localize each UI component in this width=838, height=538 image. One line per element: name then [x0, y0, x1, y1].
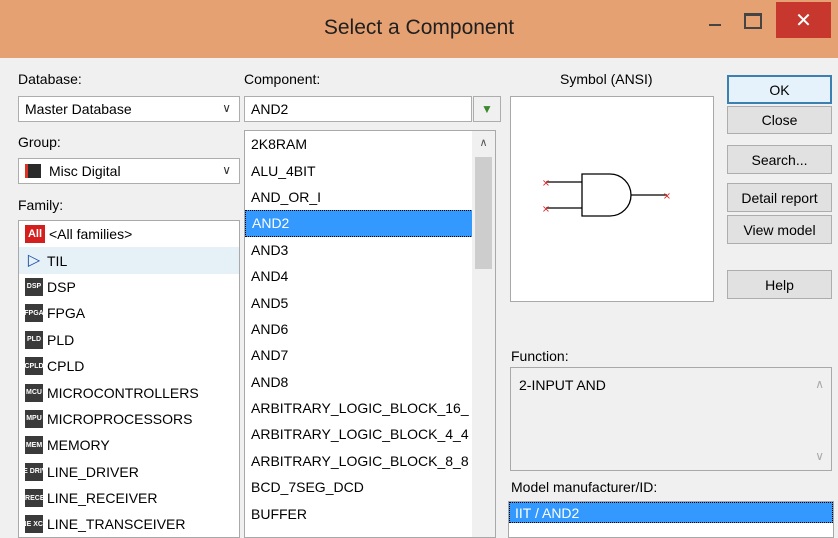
family-icon: MEM: [25, 436, 43, 455]
function-value: 2-INPUT AND: [519, 377, 606, 393]
maximize-icon: [744, 13, 762, 29]
family-item[interactable]: FPGA FPGA: [19, 300, 239, 326]
family-item-label: <All families>: [49, 226, 133, 243]
minimize-button[interactable]: [696, 4, 734, 38]
model-item[interactable]: IIT / AND2: [509, 502, 833, 523]
symbol-label: Symbol (ANSI): [560, 71, 653, 87]
group-label: Group:: [18, 134, 61, 150]
family-item[interactable]: DSP DSP: [19, 274, 239, 300]
component-search-input[interactable]: AND2: [244, 96, 472, 122]
family-icon: MPU: [25, 409, 43, 428]
family-item[interactable]: ▷ TIL: [19, 247, 239, 274]
family-item-label: DSP: [47, 278, 76, 295]
family-item-label: MEMORY: [47, 437, 110, 454]
filter-button[interactable]: ▼: [473, 96, 501, 122]
database-select[interactable]: Master Database ∨: [18, 96, 240, 122]
component-label: Component:: [244, 71, 321, 87]
svg-text:×: ×: [542, 204, 550, 215]
family-item[interactable]: MPU MICROPROCESSORS: [19, 406, 239, 432]
family-item[interactable]: LINE XCVR LINE_TRANSCEIVER: [19, 511, 239, 537]
close-button[interactable]: Close: [727, 106, 832, 134]
chevron-down-icon: ∨: [222, 163, 231, 177]
family-icon: LINE DRIVER: [19, 462, 56, 481]
family-item-label: PLD: [47, 331, 75, 348]
function-label: Function:: [511, 348, 569, 364]
component-scrollbar[interactable]: ∧: [472, 131, 495, 537]
component-item[interactable]: 2K8RAM: [245, 131, 479, 157]
ok-button[interactable]: OK: [727, 75, 832, 104]
family-item[interactable]: All <All families>: [19, 221, 239, 247]
family-item[interactable]: PLD PLD: [19, 327, 239, 353]
family-item-label: LINE_DRIVER: [47, 463, 139, 480]
family-icon: LINE XCVR: [19, 515, 53, 534]
component-item[interactable]: ALU_4BIT: [245, 157, 479, 183]
view-model-button[interactable]: View model: [727, 215, 832, 244]
close-window-button[interactable]: ✕: [776, 2, 831, 38]
group-value: Misc Digital: [49, 163, 121, 179]
help-button[interactable]: Help: [727, 270, 832, 299]
and-gate-symbol: × × ×: [542, 173, 671, 217]
family-item-label: MICROPROCESSORS: [47, 410, 193, 427]
dialog-body: Database: Master Database ∨ Group: Misc …: [8, 58, 838, 538]
family-item-label: CPLD: [47, 358, 85, 375]
component-item[interactable]: ARBITRARY_LOGIC_BLOCK_8_8: [245, 448, 479, 474]
component-item[interactable]: AND4: [245, 263, 479, 289]
minimize-icon: [709, 24, 721, 26]
family-item[interactable]: MCU MICROCONTROLLERS: [19, 379, 239, 405]
component-item[interactable]: BCD_7SEG_DCD: [245, 474, 479, 500]
scroll-up-icon: ∧: [815, 377, 824, 391]
component-item[interactable]: AND8: [245, 369, 479, 395]
family-icon: MCU: [25, 383, 43, 402]
component-item[interactable]: AND7: [245, 342, 479, 368]
misc-digital-icon: [25, 164, 41, 178]
family-item-label: MICROCONTROLLERS: [47, 384, 199, 401]
database-label: Database:: [18, 71, 82, 87]
family-icon: CPLD: [24, 357, 44, 376]
model-list[interactable]: IIT / AND2: [508, 501, 834, 538]
scroll-down-icon: ∨: [815, 449, 824, 463]
family-item-label: LINE_RECEIVER: [47, 490, 158, 507]
component-item[interactable]: BUFFER: [245, 500, 479, 526]
component-item[interactable]: AND5: [245, 289, 479, 315]
database-value: Master Database: [25, 101, 132, 117]
family-icon: DSP: [25, 277, 43, 296]
scrollbar-thumb[interactable]: [475, 157, 492, 269]
family-item[interactable]: MEM MEMORY: [19, 432, 239, 458]
svg-text:×: ×: [542, 178, 550, 189]
family-icon: FPGA: [24, 304, 44, 323]
family-icon: ▷: [27, 251, 41, 269]
family-item[interactable]: LINE DRIVERLINE_DRIVER: [19, 459, 239, 485]
function-text: 2-INPUT AND ∧ ∨: [510, 367, 832, 471]
maximize-button[interactable]: [734, 4, 772, 38]
scroll-up-icon[interactable]: ∧: [472, 131, 495, 153]
component-item[interactable]: AND2: [245, 210, 473, 237]
component-item[interactable]: AND_OR_I: [245, 184, 479, 210]
family-item-label: FPGA: [47, 305, 86, 322]
component-search-value: AND2: [251, 101, 289, 117]
family-icon: LINE RECEIVER: [19, 489, 61, 508]
chevron-down-icon: ∨: [222, 101, 231, 115]
component-item[interactable]: AND3: [245, 237, 479, 263]
filter-icon: ▼: [481, 102, 493, 116]
family-list[interactable]: All <All families> ▷ TIL DSP DSP FPGA FPGA PLD PL…: [18, 220, 240, 538]
component-item[interactable]: AND6: [245, 316, 479, 342]
model-label: Model manufacturer/ID:: [511, 479, 658, 495]
search-button[interactable]: Search...: [727, 145, 832, 174]
group-select[interactable]: Misc Digital ∨: [18, 158, 240, 184]
detail-report-button[interactable]: Detail report: [727, 183, 832, 212]
component-list[interactable]: 2K8RAM ALU_4BIT AND_OR_I AND2 AND3 AND4 AND5 AN…: [244, 130, 496, 538]
svg-text:×: ×: [663, 191, 671, 202]
family-item[interactable]: LINE RECEIVERLINE_RECEIVER: [19, 485, 239, 511]
component-item[interactable]: ARBITRARY_LOGIC_BLOCK_4_4: [245, 421, 479, 447]
title-bar[interactable]: Select a Component ✕: [0, 0, 838, 58]
family-label: Family:: [18, 197, 64, 213]
family-item-label: LINE_TRANSCEIVER: [47, 516, 186, 533]
family-icon: PLD: [25, 330, 43, 349]
family-item[interactable]: CPLD CPLD: [19, 353, 239, 379]
family-item-label: TIL: [47, 252, 68, 269]
component-item[interactable]: ARBITRARY_LOGIC_BLOCK_16_: [245, 395, 479, 421]
symbol-preview: × × ×: [510, 96, 714, 302]
family-icon: All: [25, 225, 45, 244]
close-icon: ✕: [795, 9, 812, 32]
